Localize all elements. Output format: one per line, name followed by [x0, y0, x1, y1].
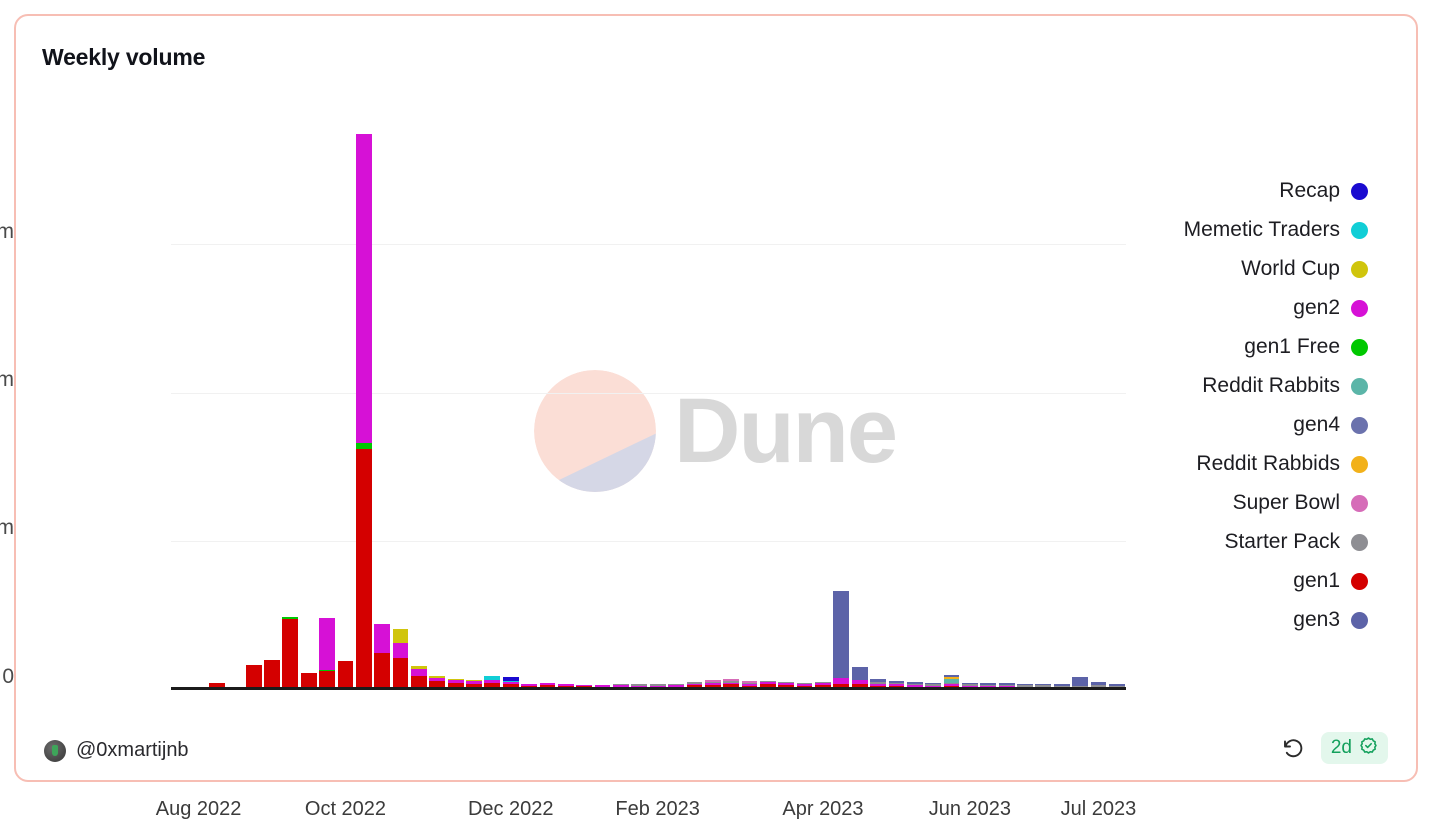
legend-item-gen1[interactable]: gen1	[1078, 566, 1368, 596]
bar-segment-gen2	[355, 134, 372, 443]
bar-column[interactable]	[392, 628, 409, 690]
legend-item-gen1-free[interactable]: gen1 Free	[1078, 332, 1368, 362]
bar-column[interactable]	[374, 624, 391, 690]
footer-controls: 2d	[1281, 732, 1388, 764]
gridline	[171, 244, 1126, 246]
bar-column[interactable]	[319, 617, 335, 690]
chart-card: Weekly volume Dune 02m4m6m Aug 2022Oct 2…	[0, 14, 1418, 820]
legend-item-recap[interactable]: Recap	[1078, 176, 1368, 206]
legend-item-label: gen3	[1293, 608, 1340, 631]
legend-item-reddit-rabbids[interactable]: Reddit Rabbids	[1078, 449, 1368, 479]
legend-item-label: Starter Pack	[1224, 530, 1340, 553]
legend-item-gen3[interactable]: gen3	[1078, 605, 1368, 635]
freshness-label: 2d	[1330, 737, 1352, 758]
chart-legend: Recap Memetic Traders World Cup gen2 gen1 Fr…	[1078, 176, 1368, 635]
freshness-badge[interactable]: 2d	[1320, 732, 1388, 764]
legend-color-swatch-icon	[1351, 299, 1368, 317]
legend-color-swatch-icon	[1351, 377, 1368, 395]
legend-color-swatch-icon	[1351, 416, 1368, 434]
bar-segment-gen1	[264, 660, 280, 690]
legend-item-label: Super Bowl	[1232, 491, 1340, 514]
legend-item-label: gen1	[1293, 569, 1340, 592]
legend-item-label: World Cup	[1241, 257, 1340, 280]
bar-segment-gen2	[374, 624, 391, 653]
page-title: Weekly volume	[42, 44, 206, 70]
bar-segment-gen2	[319, 617, 335, 670]
legend-item-gen4[interactable]: gen4	[1078, 410, 1368, 440]
x-axis-tick-label: Feb 2023	[615, 798, 700, 820]
bar-column[interactable]	[355, 134, 372, 690]
bar-segment-gen1	[355, 449, 372, 690]
legend-color-swatch-icon	[1351, 494, 1368, 512]
bar-segment-gen3	[1072, 676, 1088, 686]
y-axis-tick-label: 4m	[0, 368, 14, 392]
legend-color-swatch-icon	[1351, 455, 1368, 473]
x-axis-line	[171, 687, 1126, 690]
legend-item-label: gen4	[1293, 413, 1340, 436]
legend-item-label: gen2	[1293, 296, 1340, 319]
bar-column[interactable]	[282, 617, 299, 690]
x-axis-tick-label: Apr 2023	[782, 798, 864, 820]
bar-segment-gen1	[374, 652, 391, 690]
y-axis-tick-label: 6m	[0, 219, 14, 243]
gridline	[171, 540, 1126, 542]
legend-item-label: gen1 Free	[1244, 335, 1340, 358]
verified-check-icon	[1359, 736, 1378, 760]
legend-color-swatch-icon	[1351, 182, 1368, 200]
legend-item-world-cup[interactable]: World Cup	[1078, 254, 1368, 284]
bar-segment-gen2	[392, 642, 409, 659]
y-axis-tick-label: 0	[2, 664, 14, 688]
x-axis-tick-label: Oct 2022	[304, 798, 387, 820]
bar-segment-gen1	[282, 618, 299, 690]
x-axis-tick-label: Aug 2022	[155, 798, 242, 820]
legend-item-gen2[interactable]: gen2	[1078, 293, 1368, 323]
legend-item-label: Reddit Rabbids	[1196, 452, 1340, 475]
x-axis-tick-label: Jun 2023	[928, 798, 1012, 820]
legend-color-swatch-icon	[1351, 572, 1368, 590]
legend-item-memetic-traders[interactable]: Memetic Traders	[1078, 215, 1368, 245]
legend-item-label: Memetic Traders	[1183, 218, 1340, 241]
bar-segment-gen2	[833, 677, 850, 685]
legend-item-label: Recap	[1279, 179, 1340, 202]
legend-item-label: Reddit Rabbits	[1202, 374, 1340, 397]
chart-plot-area: 0 2m 4m 6m Aug 2022 Oct 2022 Dec 2022 Feb 2023…	[0, 112, 1136, 820]
legend-color-swatch-icon	[1351, 221, 1368, 239]
author-info[interactable]: @0xmartijnb	[44, 739, 189, 762]
x-axis-tick-label: Dec 2022	[467, 798, 554, 820]
y-axis-tick-label: 2m	[0, 516, 14, 540]
bar-segment-gen2	[411, 669, 427, 676]
bar-column[interactable]	[833, 591, 850, 690]
author-username[interactable]: @0xmartijnb	[76, 739, 189, 762]
bar-segment-world-cup	[392, 628, 409, 643]
legend-color-swatch-icon	[1351, 260, 1368, 278]
bar-segment-gen1	[392, 658, 409, 690]
bar-segment-gen1	[337, 661, 354, 690]
bar-segment-gen3	[833, 591, 850, 678]
gridline	[171, 392, 1126, 394]
legend-color-swatch-icon	[1351, 533, 1368, 551]
legend-item-starter-pack[interactable]: Starter Pack	[1078, 527, 1368, 557]
x-axis-tick-label: Jul 2023	[1060, 798, 1137, 820]
bar-segment-gen1-free	[355, 442, 372, 450]
bar-segment-gen3	[851, 667, 868, 680]
avatar	[44, 739, 66, 762]
legend-color-swatch-icon	[1351, 611, 1368, 629]
legend-color-swatch-icon	[1351, 338, 1368, 356]
legend-item-super-bowl[interactable]: Super Bowl	[1078, 488, 1368, 518]
bar-column[interactable]	[264, 660, 280, 690]
legend-item-reddit-rabbits[interactable]: Reddit Rabbits	[1078, 371, 1368, 401]
refresh-icon[interactable]	[1281, 736, 1305, 760]
bar-column[interactable]	[337, 661, 354, 690]
